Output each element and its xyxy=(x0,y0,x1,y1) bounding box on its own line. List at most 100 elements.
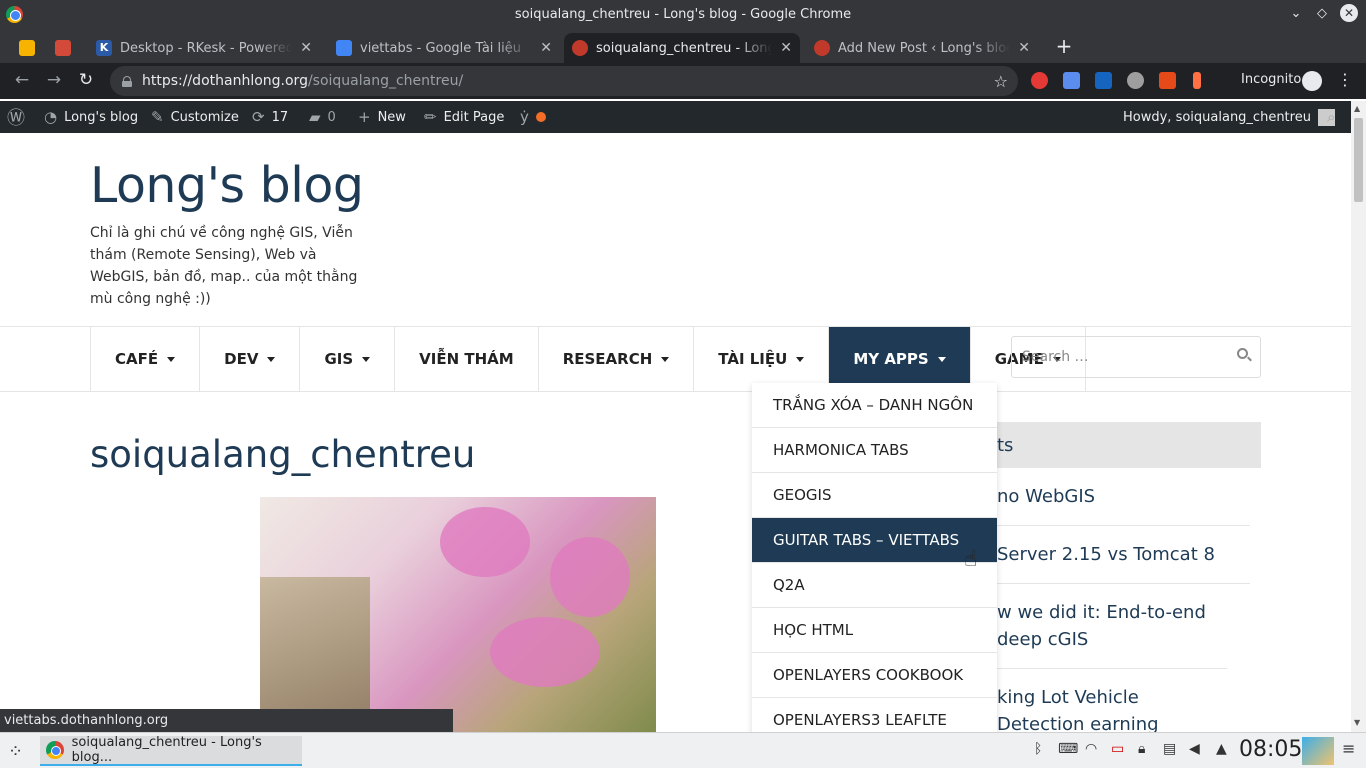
stop-hand-extension-icon[interactable] xyxy=(1031,72,1048,89)
nav-item-caf[interactable]: CAFÉ xyxy=(91,327,201,391)
scroll-down-arrow-icon[interactable]: ▼ xyxy=(1354,718,1360,727)
back-arrow-icon[interactable]: ← xyxy=(12,70,32,90)
scroll-up-arrow-icon[interactable]: ▲ xyxy=(1354,104,1360,113)
site-title[interactable]: Long's blog xyxy=(90,157,364,214)
tab-close-icon[interactable]: ✕ xyxy=(780,40,792,56)
submenu-item[interactable]: Q2A xyxy=(752,563,997,608)
yoast-icon: ẏ xyxy=(520,108,529,126)
submenu-item[interactable]: HARMONICA TABS xyxy=(752,428,997,473)
hand-cursor-icon: ☝ xyxy=(964,547,978,572)
admin-edit-page-link[interactable]: ✏ Edit Page xyxy=(424,101,504,133)
clipboard-icon[interactable]: ▤ xyxy=(1163,741,1176,757)
bluetooth-icon[interactable]: ᛒ xyxy=(1034,741,1042,757)
lock-screen-icon[interactable]: 🔒︎ xyxy=(1138,741,1145,757)
tab-add-new-post[interactable]: Add New Post ‹ Long's blog — ✕ xyxy=(806,33,1038,63)
volume-icon[interactable]: ◀ xyxy=(1189,741,1200,757)
clock[interactable]: 08:05 xyxy=(1239,737,1302,762)
minimize-icon[interactable]: ⌄ xyxy=(1288,6,1304,21)
tab-soiqualang-active[interactable]: soiqualang_chentreu - Long's ✕ xyxy=(564,33,800,63)
dashboard-icon: ◔ xyxy=(44,108,58,126)
featured-image-bougainvillea xyxy=(260,497,656,732)
caret-down-icon xyxy=(937,356,946,362)
caret-down-icon xyxy=(167,356,176,362)
page-title: soiqualang_chentreu xyxy=(90,433,476,476)
pinned-tab-keep[interactable] xyxy=(14,33,40,63)
close-window-icon[interactable]: ✕ xyxy=(1340,4,1358,22)
battery-warning-icon[interactable]: ▭ xyxy=(1111,741,1124,757)
tab-close-icon[interactable]: ✕ xyxy=(540,40,552,56)
admin-customize-link[interactable]: ✎ Customize xyxy=(151,101,239,133)
chrome-logo-icon xyxy=(6,6,23,23)
admin-site-link[interactable]: ◔ Long's blog xyxy=(44,101,138,133)
tab-label: Desktop - RKesk - Powered by xyxy=(120,40,293,56)
nav-item-dev[interactable]: DEV xyxy=(200,327,301,391)
widget-post-link[interactable]: no WebGIS xyxy=(997,468,1250,526)
admin-new-link[interactable]: + New xyxy=(358,101,406,133)
j-extension-icon[interactable] xyxy=(1095,72,1112,89)
page-scrollbar[interactable]: ▲ ▼ xyxy=(1351,101,1366,732)
page-content: Long's blog Chỉ là ghi chú về công nghệ … xyxy=(0,133,1351,732)
nav-item-my-apps[interactable]: MY APPS xyxy=(829,327,971,391)
incognito-icon[interactable] xyxy=(1302,71,1322,91)
new-tab-plus-icon[interactable]: + xyxy=(1054,34,1074,58)
forward-arrow-icon[interactable]: → xyxy=(44,70,64,90)
admin-updates-link[interactable]: ⟳ 17 xyxy=(252,101,288,133)
url-path: /soiqualang_chentreu/ xyxy=(307,73,464,89)
widget-post-link[interactable]: king Lot Vehicle Detection earning xyxy=(997,669,1227,732)
tab-desktop-rkesk[interactable]: K Desktop - RKesk - Powered by ✕ xyxy=(88,33,320,63)
app-launcher-icon[interactable]: ⁘ xyxy=(8,741,23,762)
tab-label: viettabs - Google Tài liệu xyxy=(360,40,522,56)
bookmark-star-icon[interactable]: ☆ xyxy=(994,72,1008,91)
nav-item-gis[interactable]: GIS xyxy=(300,327,396,391)
star-extension-icon[interactable] xyxy=(1159,72,1176,89)
plus-icon: + xyxy=(358,108,371,126)
submenu-item[interactable]: GEOGIS xyxy=(752,473,997,518)
admin-search-icon[interactable]: ⌕ xyxy=(1327,101,1335,133)
yoast-link[interactable]: ẏ xyxy=(520,101,546,133)
nav-item-t-i-li-u[interactable]: TÀI LIỆU xyxy=(694,327,830,391)
link-status-tooltip: viettabs.dothanhlong.org xyxy=(0,709,453,732)
address-bar[interactable]: https://dothanhlong.org/soiqualang_chent… xyxy=(110,66,1018,96)
admin-comments-link[interactable]: ▰ 0 xyxy=(309,101,336,133)
submenu-item[interactable]: GUITAR TABS – VIETTABS xyxy=(752,518,997,563)
tab-close-icon[interactable]: ✕ xyxy=(1018,40,1030,56)
pinned-tab-bookmark[interactable] xyxy=(50,33,76,63)
reload-icon[interactable]: ↻ xyxy=(76,70,96,90)
translate-extension-icon[interactable] xyxy=(1063,72,1080,89)
taskbar-chrome-window[interactable]: soiqualang_chentreu - Long's blog... xyxy=(40,735,302,766)
widget-post-link[interactable]: Server 2.15 vs Tomcat 8 xyxy=(997,526,1250,584)
bulb-extension-icon[interactable] xyxy=(1127,72,1144,89)
submenu-item[interactable]: HỌC HTML xyxy=(752,608,997,653)
search-input[interactable]: Search … xyxy=(1011,336,1261,378)
panel-menu-icon[interactable]: ≡ xyxy=(1342,739,1355,758)
caret-down-icon xyxy=(661,356,670,362)
tab-close-icon[interactable]: ✕ xyxy=(300,40,312,56)
howdy-account-link[interactable]: Howdy, soiqualang_chentreu xyxy=(1123,101,1335,133)
widget-post-link[interactable]: w we did it: End-to-end deep cGIS xyxy=(997,584,1227,669)
maximize-icon[interactable]: ◇ xyxy=(1314,6,1330,21)
wifi-icon[interactable]: ◠ xyxy=(1085,741,1097,757)
widget-heading: ts xyxy=(997,422,1261,468)
tab-viettabs-doc[interactable]: viettabs - Google Tài liệu ✕ xyxy=(328,33,560,63)
keyboard-icon[interactable]: ⌨ xyxy=(1058,741,1078,757)
search-icon[interactable] xyxy=(1237,348,1248,359)
nav-label: VIỄN THÁM xyxy=(419,350,514,368)
nav-item-vi-n-th-m[interactable]: VIỄN THÁM xyxy=(395,327,539,391)
submenu-item[interactable]: OPENLAYERS COOKBOOK xyxy=(752,653,997,698)
wordpress-logo-icon[interactable]: Ⓦ xyxy=(7,101,32,133)
nav-label: DEV xyxy=(224,350,259,368)
window-titlebar: soiqualang_chentreu - Long's blog - Goog… xyxy=(0,0,1366,29)
site-description: Chỉ là ghi chú về công nghệ GIS, Viễn th… xyxy=(90,225,358,307)
rss-extension-icon[interactable] xyxy=(1193,72,1201,89)
desktop-peek-icon[interactable] xyxy=(1302,737,1334,765)
menu-kebab-icon[interactable]: ⋮ xyxy=(1337,70,1353,89)
scrollbar-thumb[interactable] xyxy=(1354,118,1363,202)
submenu-item[interactable]: OPENLAYERS3 LEAFLTE xyxy=(752,698,997,732)
nav-label: GIS xyxy=(324,350,354,368)
submenu-item[interactable]: TRẮNG XÓA – DANH NGÔN xyxy=(752,383,997,428)
nav-label: TÀI LIỆU xyxy=(718,350,788,368)
tab-strip: K Desktop - RKesk - Powered by ✕ viettab… xyxy=(0,29,1366,63)
nav-item-research[interactable]: RESEARCH xyxy=(539,327,695,391)
lock-icon[interactable] xyxy=(122,75,132,87)
tray-expand-icon[interactable]: ▲ xyxy=(1216,741,1227,757)
